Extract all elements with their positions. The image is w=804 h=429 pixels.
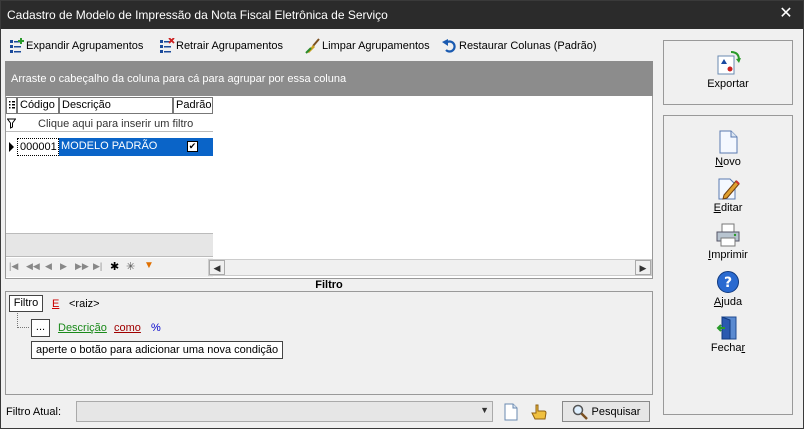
chevron-down-icon[interactable]: ▼ (480, 405, 489, 415)
group-by-area[interactable]: Arraste o cabeçalho da coluna para cá pa… (5, 61, 653, 96)
condition-value[interactable]: % (151, 322, 161, 334)
group-by-hint: Arraste o cabeçalho da coluna para cá pa… (11, 73, 347, 85)
export-button[interactable]: Exportar (664, 50, 792, 90)
collapse-groups-button[interactable]: Retrair Agrupamentos (159, 36, 283, 56)
grouping-toolbar: Expandir Agrupamentos Retrair Agrupament… (5, 33, 653, 59)
close-icon[interactable]: ✕ (777, 5, 795, 23)
data-grid: Código Descrição Padrão Clique aqui para… (5, 96, 653, 278)
new-button[interactable]: Novo (664, 130, 792, 168)
add-condition-tooltip: aperte o botão para adicionar uma nova c… (31, 341, 284, 359)
close-button[interactable]: Fechar (664, 316, 792, 354)
nav-delete-icon[interactable]: ✳ (126, 260, 135, 273)
expand-groups-button[interactable]: Expandir Agrupamentos (9, 36, 143, 56)
column-header-codigo[interactable]: Código (17, 97, 59, 114)
export-group: Exportar (663, 40, 793, 105)
close-label-accel: r (741, 342, 746, 354)
cell-padrao[interactable]: ✔ (173, 138, 213, 156)
filter-row[interactable]: Clique aqui para inserir um filtro (6, 115, 213, 132)
expand-tree-icon (10, 38, 24, 53)
collapse-groups-label: Retrair Agrupamentos (176, 40, 283, 52)
help-label: juda (721, 296, 743, 308)
scroll-left-icon[interactable]: ◀ (209, 260, 225, 275)
export-label: Exportar (707, 78, 749, 90)
undo-arrow-icon (442, 39, 456, 53)
new-label: ovo (723, 156, 741, 168)
new-filter-icon[interactable] (501, 402, 521, 422)
tree-connector (17, 313, 29, 328)
printer-icon (716, 223, 740, 247)
svg-text:?: ? (724, 275, 732, 291)
search-button[interactable]: Pesquisar (562, 401, 650, 422)
edit-pencil-icon (718, 178, 740, 200)
bottom-bar: Filtro Atual: ▼ Pesquisar (5, 398, 653, 425)
broom-icon (305, 38, 320, 54)
search-button-label: Pesquisar (591, 405, 641, 418)
restore-columns-button[interactable]: Restaurar Colunas (Padrão) (442, 36, 597, 56)
edit-button[interactable]: Editar (664, 176, 792, 214)
horizontal-scrollbar[interactable]: ◀ ▶ (208, 259, 652, 276)
crud-group: Novo Editar Imprimir ? Ajuda Fechar (663, 115, 793, 415)
filter-builder: Filtro E <raiz> ... Descrição como % ape… (5, 291, 653, 395)
nav-prev-icon[interactable]: ◀ (45, 261, 52, 272)
filter-row-placeholder: Clique aqui para inserir um filtro (38, 118, 194, 130)
cell-codigo[interactable]: 000001 (17, 138, 59, 156)
close-label: Fecha (710, 342, 742, 354)
window-title: Cadastro de Modelo de Impressão da Nota … (7, 8, 388, 22)
action-panel: Exportar Novo Editar Imprimir ? Ajuda Fe… (657, 31, 802, 425)
column-header-descricao[interactable]: Descrição (59, 97, 173, 114)
new-document-icon (719, 130, 738, 154)
nav-last-icon[interactable]: ▶| (93, 261, 102, 272)
restore-columns-label: Restaurar Colunas (Padrão) (459, 40, 597, 52)
filter-funnel-icon (7, 118, 16, 129)
expand-groups-label: Expandir Agrupamentos (26, 40, 144, 52)
current-filter-combo[interactable]: ▼ (76, 401, 493, 422)
nav-next-icon[interactable]: ▶ (60, 261, 67, 272)
print-button[interactable]: Imprimir (664, 223, 792, 261)
nav-next-page-icon[interactable]: ▶▶ (75, 261, 89, 272)
filter-operator-and[interactable]: E (52, 298, 59, 310)
column-chooser-icon[interactable] (6, 97, 17, 114)
filter-root: <raiz> (69, 298, 100, 310)
magnifier-icon (572, 404, 588, 420)
condition-operator[interactable]: como (114, 322, 141, 334)
scroll-right-icon[interactable]: ▶ (635, 260, 651, 275)
add-condition-button[interactable]: ... (31, 319, 50, 337)
nav-filter-icon[interactable]: ▼ (144, 260, 154, 271)
edit-label: ditar (720, 202, 743, 214)
padrao-checkbox[interactable]: ✔ (187, 141, 198, 152)
help-question-icon: ? (717, 271, 739, 293)
edit-label-accel: E (713, 202, 721, 214)
new-label-accel: N (715, 156, 724, 168)
export-icon (717, 51, 741, 75)
grid-footer (6, 233, 213, 257)
clear-groups-button[interactable]: Limpar Agrupamentos (305, 36, 430, 56)
nav-insert-icon[interactable]: ✱ (110, 260, 119, 273)
current-row-indicator-icon (9, 142, 14, 152)
clear-groups-label: Limpar Agrupamentos (322, 40, 430, 52)
condition-field[interactable]: Descrição (58, 322, 107, 334)
title-bar: Cadastro de Modelo de Impressão da Nota … (1, 1, 803, 29)
collapse-tree-icon (160, 38, 175, 53)
exit-door-icon (716, 316, 737, 340)
nav-first-icon[interactable]: |◀ (9, 261, 18, 272)
table-row[interactable]: 000001 MODELO PADRÃO NFS ✔ (6, 138, 213, 169)
cell-descricao[interactable]: MODELO PADRÃO NFS (59, 138, 173, 169)
nav-prev-page-icon[interactable]: ◀◀ (26, 261, 40, 272)
current-filter-label: Filtro Atual: (6, 406, 62, 418)
filter-section-title: Filtro (5, 278, 653, 291)
print-label: mprimir (711, 249, 748, 261)
hand-pointer-icon[interactable] (529, 402, 549, 422)
grid-navigator: |◀ ◀◀ ◀ ▶ ▶▶ ▶| ✱ ✳ ▼ (6, 258, 213, 277)
main-window: Cadastro de Modelo de Impressão da Nota … (0, 0, 804, 429)
column-header-padrao[interactable]: Padrão (173, 97, 213, 114)
help-button[interactable]: ? Ajuda (664, 270, 792, 308)
filter-menu-button[interactable]: Filtro (9, 295, 43, 312)
